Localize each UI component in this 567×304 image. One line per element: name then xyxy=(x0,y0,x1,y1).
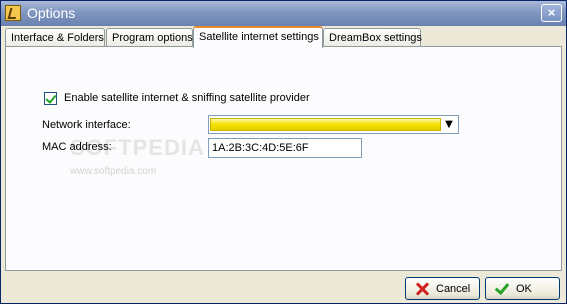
mac-address-field[interactable]: 1A:2B:3C:4D:5E:6F xyxy=(208,138,362,158)
tab-dreambox-settings[interactable]: DreamBox settings xyxy=(323,28,422,46)
tab-program-options[interactable]: Program options xyxy=(106,28,193,46)
dropdown-arrow-icon[interactable]: ▼ xyxy=(442,116,456,133)
checkmark-icon xyxy=(494,281,510,297)
tab-satellite-internet-settings[interactable]: Satellite internet settings xyxy=(193,26,323,48)
app-icon xyxy=(5,5,21,21)
title-bar[interactable]: Options × xyxy=(1,1,566,26)
tab-panel: SOFTPEDIA www.softpedia.com Enable satel… xyxy=(5,46,562,271)
options-window: Options × Interface & Folders Program op… xyxy=(0,0,567,304)
network-interface-label: Network interface: xyxy=(42,119,131,131)
network-interface-value xyxy=(210,118,441,131)
network-interface-select[interactable]: ▼ xyxy=(208,115,459,134)
ok-label: OK xyxy=(516,283,532,295)
enable-satellite-checkbox[interactable] xyxy=(44,92,57,105)
ok-button[interactable]: OK xyxy=(485,277,560,300)
enable-satellite-label: Enable satellite internet & sniffing sat… xyxy=(64,92,310,104)
cancel-label: Cancel xyxy=(436,283,471,295)
close-button[interactable]: × xyxy=(541,4,562,22)
tab-interface-folders[interactable]: Interface & Folders xyxy=(5,28,105,46)
watermark-url: www.softpedia.com xyxy=(70,166,157,177)
cancel-icon xyxy=(414,281,430,297)
cancel-button[interactable]: Cancel xyxy=(405,277,480,300)
window-title: Options xyxy=(27,5,76,21)
mac-address-label: MAC address: xyxy=(42,141,112,153)
